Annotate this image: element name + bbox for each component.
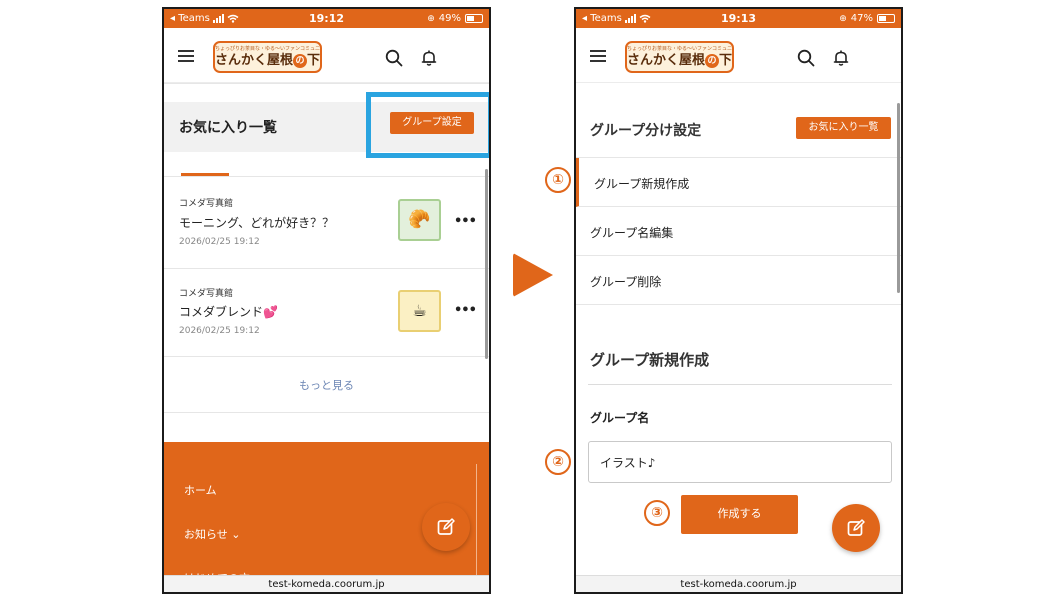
search-icon[interactable] [385,49,403,67]
more-options-icon[interactable]: ••• [454,303,477,318]
battery-percent: 49% [438,13,461,24]
scrollbar[interactable] [485,169,488,359]
battery-icon [877,14,895,23]
step-marker-3: ③ [644,500,670,526]
post-thumbnail[interactable]: 🥐 [398,199,441,241]
post-title[interactable]: モーニング、どれが好き？？ [179,214,334,231]
app-header: ちょっぴりお茶目な・ゆる〜いファンコミュニティ さんかく屋根の下 [576,28,901,83]
menu-icon[interactable] [178,50,194,62]
more-options-icon[interactable]: ••• [454,214,477,229]
site-logo[interactable]: ちょっぴりお茶目な・ゆる〜いファンコミュニティ さんかく屋根の下 [625,41,734,73]
rotation-lock-icon: ⊕ [427,13,435,24]
wifi-icon [639,14,651,23]
menu-item-create-group[interactable]: グループ新規作成 [576,158,901,207]
form-title: グループ新規作成 [590,351,710,369]
more-link[interactable]: もっと見る [164,377,489,393]
post-date: 2026/02/25 19:12 [179,237,260,247]
step-marker-2: ② [545,449,571,475]
logo-tagline: ちょっぴりお茶目な・ゆる〜いファンコミュニティ [215,46,320,52]
compose-button[interactable] [832,504,880,552]
post-divider [164,268,489,269]
footer-divider [476,464,477,584]
search-icon[interactable] [797,49,815,67]
signal-icon [624,14,636,23]
favorites-title: お気に入り一覧 [179,120,277,136]
phone-screen-favorites: ◂ Teams 19:12 ⊕ 49% ちょっぴりお茶目な・ゆる〜いファンコミュ… [162,7,491,594]
logo-tagline: ちょっぴりお茶目な・ゆる〜いファンコミュニティ [627,46,732,52]
post-date: 2026/02/25 19:12 [179,326,260,336]
compose-button[interactable] [422,503,470,551]
wifi-icon [227,14,239,23]
battery-icon [465,14,483,23]
menu-icon[interactable] [590,50,606,62]
step-marker-1: ① [545,167,571,193]
section-title: グループ分け設定 [590,123,702,139]
url-bar[interactable]: test-komeda.coorum.jp [164,575,489,592]
edit-icon [847,519,865,536]
header-divider [164,83,489,84]
more-divider [164,412,489,413]
rotation-lock-icon: ⊕ [839,13,847,24]
next-step-arrow-icon [513,253,553,297]
status-right: ⊕ 47% [839,13,895,24]
group-settings-button[interactable]: グループ設定 [390,112,474,134]
site-logo[interactable]: ちょっぴりお茶目な・ゆる〜いファンコミュニティ さんかく屋根の下 [213,41,322,73]
logo-text: さんかく屋根の下 [627,53,733,68]
tutorial-stage: ◂ Teams 19:12 ⊕ 49% ちょっぴりお茶目な・ゆる〜いファンコミュ… [0,0,1062,598]
post-category: コメダ写真館 [179,289,234,299]
carrier-label: ◂ Teams [170,13,239,24]
status-bar: ◂ Teams 19:13 ⊕ 47% [576,9,901,28]
footer-nav-news[interactable]: お知らせ ⌄ [184,526,241,542]
app-header: ちょっぴりお茶目な・ゆる〜いファンコミュニティ さんかく屋根の下 [164,28,489,83]
signal-icon [212,14,224,23]
post-divider [164,356,489,357]
scrollbar[interactable] [897,103,900,293]
phone-screen-group-settings: ◂ Teams 19:13 ⊕ 47% ちょっぴりお茶目な・ゆる〜いファンコミュ… [574,7,903,594]
post-thumbnail[interactable]: ☕ [398,290,441,332]
menu-item-delete-group[interactable]: グループ削除 [576,256,901,305]
group-name-input[interactable] [588,441,892,483]
carrier-label: ◂ Teams [582,13,651,24]
url-bar[interactable]: test-komeda.coorum.jp [576,575,901,592]
logo-text: さんかく屋根の下 [215,53,321,68]
group-name-label: グループ名 [590,411,650,425]
favorites-list-button[interactable]: お気に入り一覧 [796,117,891,139]
edit-icon [437,518,455,535]
tab-divider [164,176,489,177]
form-divider [588,384,892,385]
menu-item-rename-group[interactable]: グループ名編集 [576,207,901,256]
status-bar: ◂ Teams 19:12 ⊕ 49% [164,9,489,28]
create-button[interactable]: 作成する [681,495,798,534]
post-title[interactable]: コメダブレンド💕 [179,303,278,320]
post-category: コメダ写真館 [179,199,234,209]
footer-nav-home[interactable]: ホーム [184,482,217,498]
bell-icon[interactable] [832,49,850,67]
battery-percent: 47% [850,13,873,24]
bell-icon[interactable] [420,49,438,67]
status-right: ⊕ 49% [427,13,483,24]
